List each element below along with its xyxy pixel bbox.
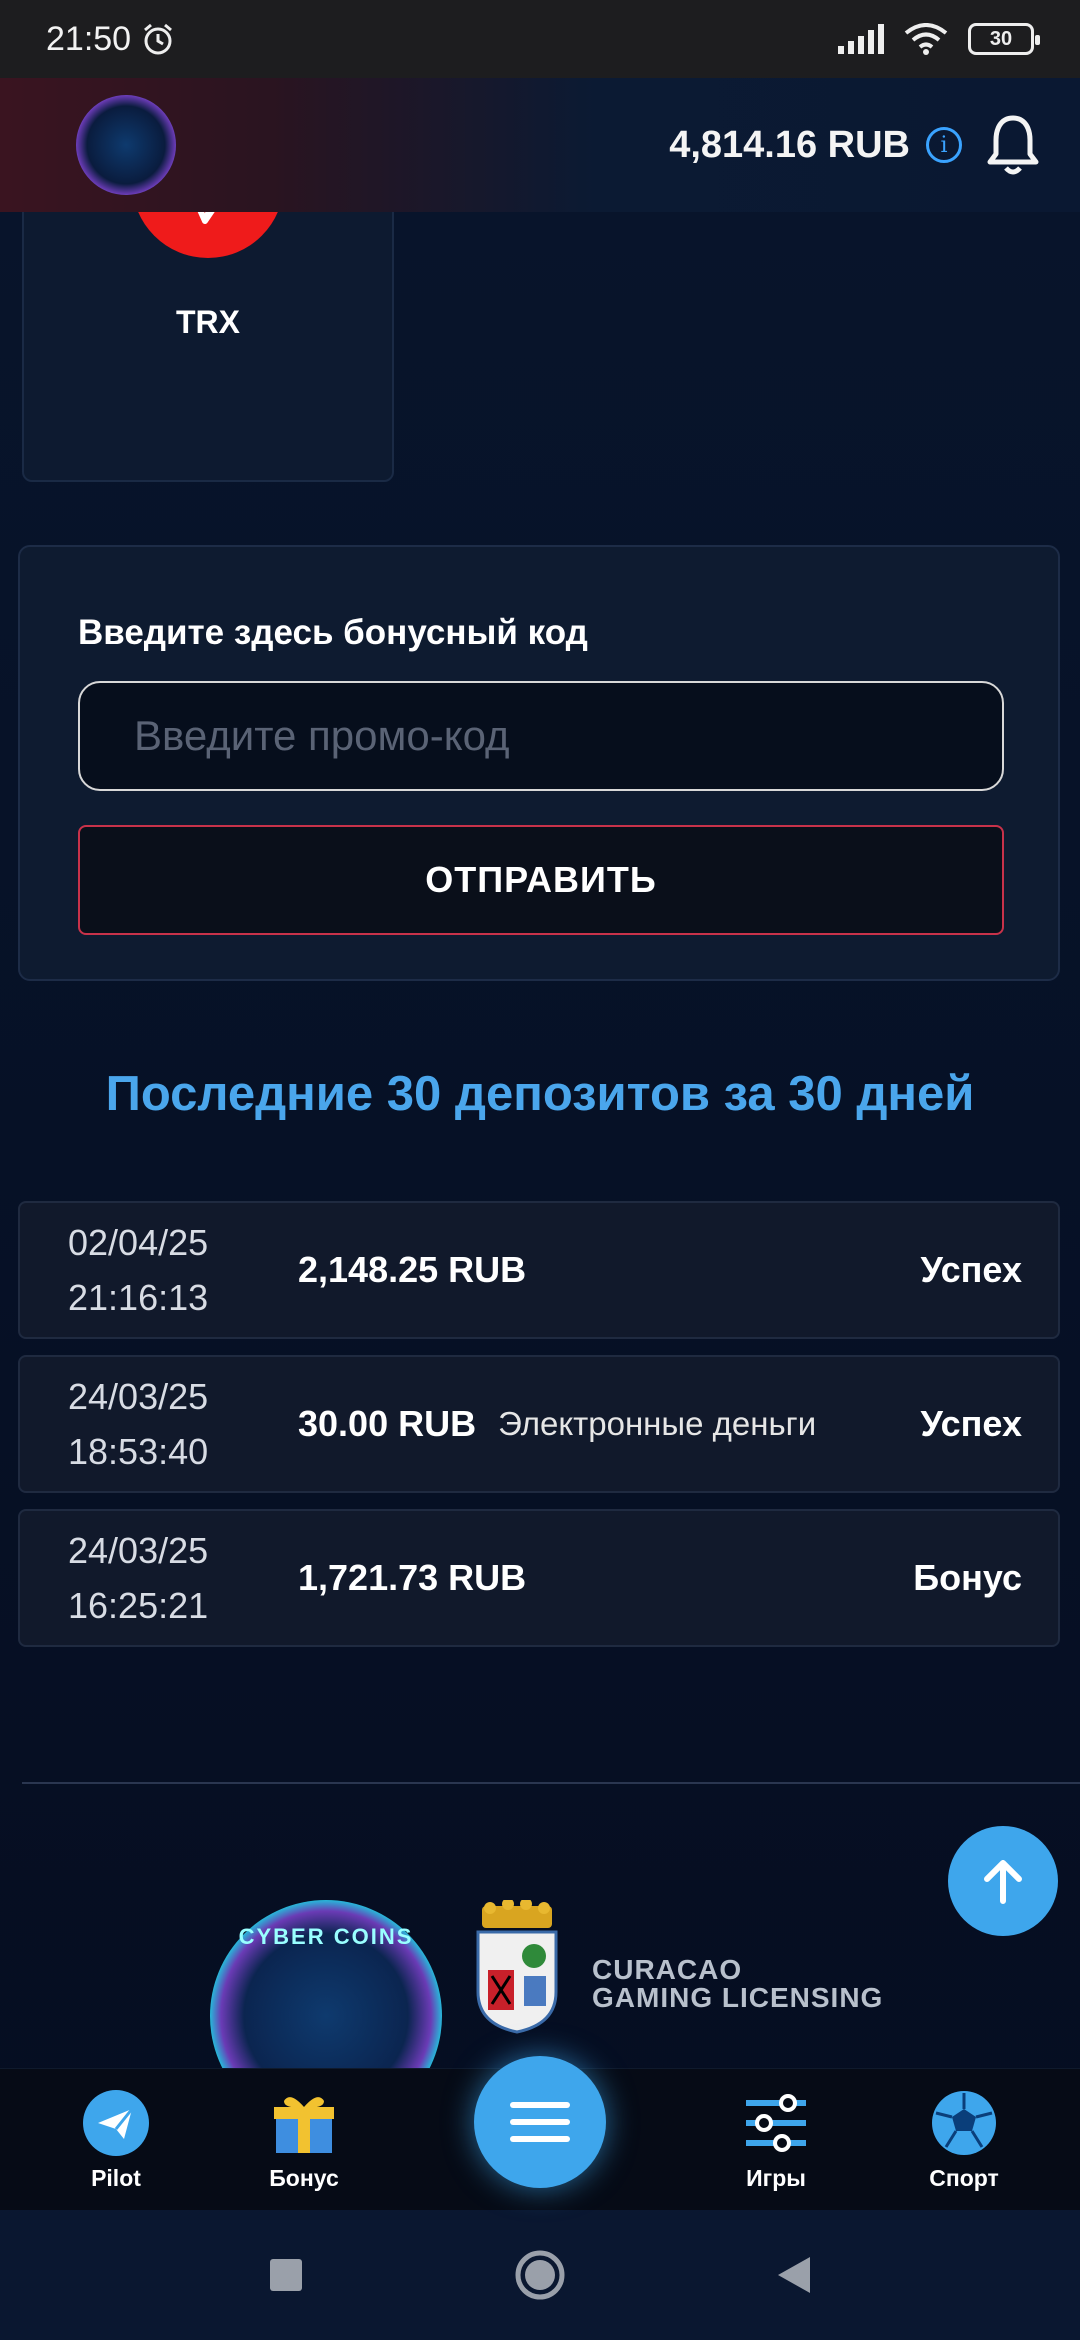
alarm-icon [144,23,173,55]
nav-label: Pilot [91,2165,141,2191]
deposit-status: Успех [920,1249,1022,1290]
nav-item-pilot[interactable]: Pilot [46,2089,186,2192]
back-icon[interactable] [776,2255,812,2295]
submit-promo-button[interactable]: ОТПРАВИТЬ [78,825,1004,935]
nav-label: Спорт [929,2165,999,2191]
deposit-method: Электронные деньги [498,1405,817,1442]
balance-display[interactable]: 4,814.16 RUB [669,124,910,167]
bell-icon[interactable] [986,114,1040,176]
promo-code-card: Введите здесь бонусный код ОТПРАВИТЬ [18,545,1060,981]
deposit-time: 21:16:13 [68,1277,209,1318]
app-header: 4,814.16 RUB i [0,78,1080,212]
soccer-ball-icon [932,2091,996,2155]
deposit-status: Бонус [913,1557,1022,1598]
deposit-row[interactable]: 02/04/25 21:16:13 2,148.25 RUB Успех [18,1201,1060,1339]
nav-item-sport[interactable]: Спорт [894,2089,1034,2192]
payment-method-label: TRX [176,304,240,340]
deposit-row[interactable]: 24/03/25 16:25:21 1,721.73 RUB Бонус [18,1509,1060,1647]
curacao-coat-of-arms-icon [476,1900,558,2034]
signal-icon [838,24,884,54]
license-line-2: GAMING LICENSING [592,1982,884,2013]
deposit-date: 24/03/25 [68,1530,209,1571]
curacao-license-text: CURACAO GAMING LICENSING [592,1956,883,2012]
deposit-time: 16:25:21 [68,1585,209,1626]
nav-item-bonus[interactable]: Бонус [234,2089,374,2192]
status-bar: 21:50 30 [0,0,1080,78]
main-menu-button[interactable] [474,2056,606,2188]
deposit-row[interactable]: 24/03/25 18:53:40 30.00 RUB Электронные … [18,1355,1060,1493]
hamburger-menu-icon [510,2102,570,2142]
system-nav-bar [0,2210,1080,2340]
license-line-1: CURACAO [592,1954,743,1985]
footer-divider [22,1782,1080,1784]
deposit-status: Успех [920,1403,1022,1444]
gift-icon [274,2097,334,2153]
wifi-icon [904,23,948,55]
deposit-time: 18:53:40 [68,1431,209,1472]
nav-label: Бонус [269,2165,339,2191]
casino-logo-icon[interactable] [76,95,176,195]
deposit-amount: 2,148.25 RUB [298,1249,527,1290]
cyber-coins-logo-text: CYBER COINS [238,1924,414,1949]
promo-code-title: Введите здесь бонусный код [78,613,588,652]
status-time: 21:50 [46,20,175,59]
deposit-datetime: 02/04/25 21:16:13 [68,1215,298,1325]
payment-method-card-trx[interactable]: TRX [22,106,394,482]
nav-item-games[interactable]: Игры [706,2089,846,2192]
sliders-icon [746,2094,806,2152]
deposit-amount: 1,721.73 RUB [298,1557,527,1598]
paper-plane-icon [83,2090,149,2156]
scroll-to-top-button[interactable] [948,1826,1058,1936]
status-icons: 30 [838,23,1040,55]
home-icon[interactable] [514,2249,566,2301]
clock-text: 21:50 [46,19,132,58]
deposit-amount: 30.00 RUB [298,1403,477,1444]
deposit-datetime: 24/03/25 16:25:21 [68,1523,298,1633]
deposit-date: 02/04/25 [68,1222,209,1263]
nav-label: Игры [746,2165,806,2191]
battery-level: 30 [989,27,1013,50]
battery-icon: 30 [968,23,1040,55]
arrow-up-icon [984,1860,1022,1904]
recent-apps-icon[interactable] [268,2257,304,2293]
deposit-date: 24/03/25 [68,1376,209,1417]
deposits-title: Последние 30 депозитов за 30 дней [105,1067,975,1121]
promo-code-input[interactable] [78,681,1004,791]
page: 21:50 30 TRX 4,814.16 RUB i Введите здес… [0,0,1080,2340]
info-icon[interactable]: i [926,127,962,163]
deposit-datetime: 24/03/25 18:53:40 [68,1369,298,1479]
